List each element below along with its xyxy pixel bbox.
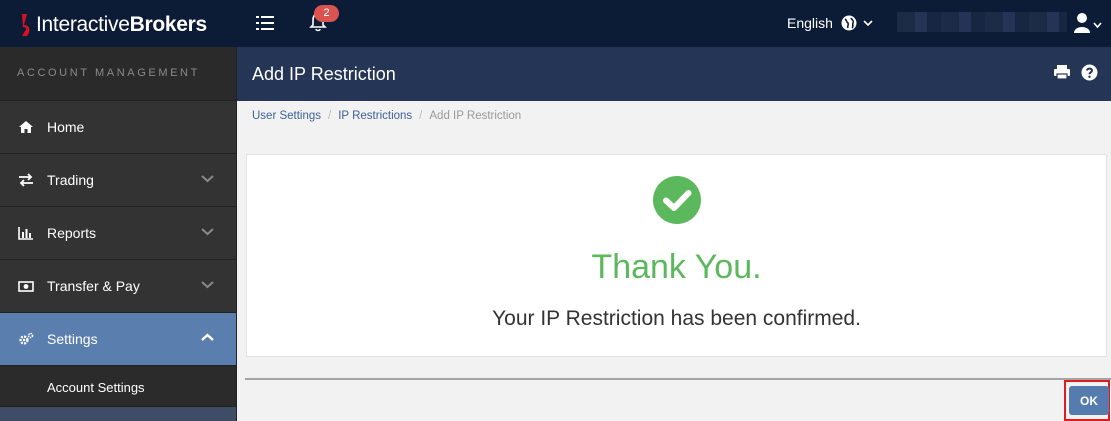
- breadcrumb-user-settings[interactable]: User Settings: [252, 110, 321, 122]
- sidebar-subitem-partial: [0, 407, 236, 421]
- gears-icon: [19, 332, 34, 345]
- check-circle-icon: [653, 176, 701, 224]
- sidebar-item-transfer-pay[interactable]: Transfer & Pay: [0, 260, 236, 313]
- footer-divider: [245, 378, 1111, 380]
- page-title: Add IP Restriction: [252, 64, 396, 84]
- notification-badge: 2: [314, 5, 339, 22]
- menu-toggle-icon[interactable]: [256, 15, 274, 31]
- sidebar: ACCOUNT MANAGEMENT Home Trading Reports: [0, 47, 237, 421]
- sidebar-item-label: Trading: [47, 172, 94, 188]
- breadcrumb-ip-restrictions[interactable]: IP Restrictions: [338, 110, 412, 122]
- ok-button[interactable]: OK: [1069, 386, 1109, 415]
- arrows-icon: [19, 173, 33, 187]
- logo-mark-icon: [22, 14, 30, 36]
- sidebar-item-label: Transfer & Pay: [47, 278, 140, 294]
- thank-you-heading: Thank You.: [591, 248, 762, 286]
- sidebar-item-reports[interactable]: Reports: [0, 207, 236, 260]
- username-redacted: [897, 12, 1067, 32]
- language-selector[interactable]: English: [787, 14, 873, 32]
- brand-name-bold: Brokers: [129, 13, 208, 36]
- sidebar-header: ACCOUNT MANAGEMENT: [0, 47, 236, 101]
- sidebar-item-label: Settings: [47, 331, 98, 347]
- confirmation-message: Your IP Restriction has been confirmed.: [492, 307, 861, 330]
- brand-logo[interactable]: InteractiveBrokers: [18, 11, 207, 39]
- breadcrumb-current: Add IP Restriction: [429, 110, 522, 122]
- brand-name: InteractiveBrokers: [36, 13, 207, 37]
- print-icon[interactable]: [1053, 64, 1071, 80]
- sidebar-item-label: Home: [47, 119, 85, 135]
- confirmation-card: Thank You. Your IP Restriction has been …: [246, 154, 1107, 357]
- sidebar-subitem-account-settings[interactable]: Account Settings: [0, 366, 236, 407]
- chevron-up-icon: [201, 333, 214, 341]
- chevron-down-icon: [201, 175, 214, 183]
- top-navbar: InteractiveBrokers 2 English: [0, 0, 1111, 47]
- chevron-down-icon: [201, 281, 214, 289]
- help-icon[interactable]: [1081, 64, 1098, 81]
- sidebar-item-trading[interactable]: Trading: [0, 154, 236, 207]
- chevron-down-icon: [863, 20, 873, 27]
- brand-name-light: Interactive: [36, 13, 130, 36]
- page-header: Add IP Restriction: [237, 47, 1111, 101]
- breadcrumb: User Settings / IP Restrictions / Add IP…: [252, 110, 521, 122]
- user-icon[interactable]: [1074, 12, 1102, 34]
- breadcrumb-separator: /: [328, 110, 332, 122]
- sidebar-item-settings[interactable]: Settings: [0, 313, 236, 366]
- globe-icon: [841, 15, 857, 31]
- sidebar-item-home[interactable]: Home: [0, 101, 236, 154]
- hamburger-icon: [256, 16, 274, 30]
- language-label: English: [787, 15, 833, 31]
- money-icon: [18, 281, 34, 292]
- breadcrumb-separator: /: [419, 110, 423, 122]
- home-icon: [19, 121, 33, 133]
- bar-chart-icon: [18, 227, 33, 240]
- sidebar-item-label: Reports: [47, 225, 97, 241]
- chevron-down-icon: [201, 228, 214, 236]
